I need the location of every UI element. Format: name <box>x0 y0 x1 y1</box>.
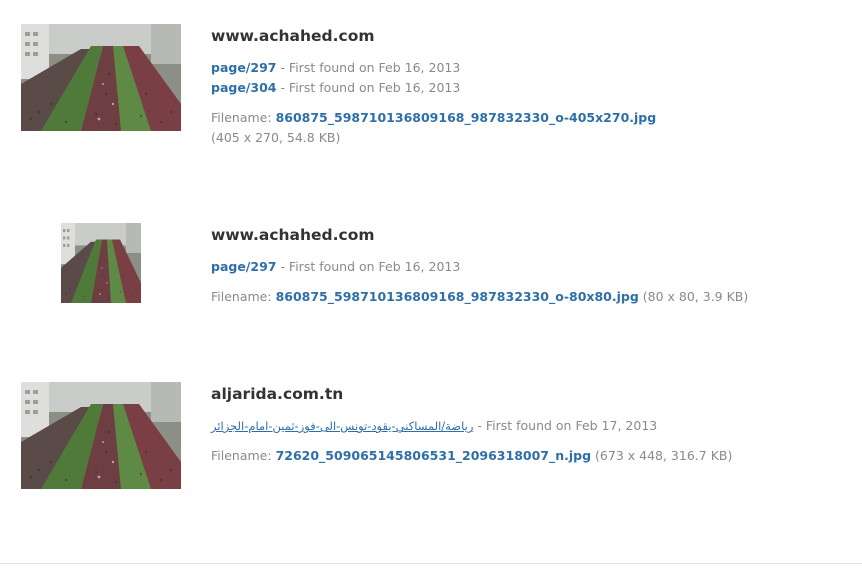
image-icon <box>21 382 181 489</box>
filename-line: Filename: 860875_598710136809168_9878323… <box>211 287 851 307</box>
result-domain[interactable]: www.achahed.com <box>211 26 851 46</box>
image-meta: (673 x 448, 316.7 KB) <box>591 448 733 463</box>
page-found-line: page/304 - First found on Feb 16, 2013 <box>211 78 851 98</box>
image-meta: (405 x 270, 54.8 KB) <box>211 130 341 145</box>
filename-link[interactable]: 72620_509065145806531_2096318007_n.jpg <box>276 448 592 463</box>
page-found-line: رياضة/المساكني-يقود-تونس-الى-فوز-ثمين-ام… <box>211 416 851 436</box>
search-results-page: www.achahed.com page/297 - First found o… <box>0 0 862 574</box>
filename-label: Filename: <box>211 448 276 463</box>
filename-line: Filename: 860875_598710136809168_9878323… <box>211 108 851 128</box>
page-link[interactable]: page/304 <box>211 80 276 95</box>
filename-link[interactable]: 860875_598710136809168_987832330_o-80x80… <box>276 289 639 304</box>
first-found-text: - First found on Feb 16, 2013 <box>276 60 461 75</box>
page-link[interactable]: رياضة/المساكني-يقود-تونس-الى-فوز-ثمين-ام… <box>211 419 473 433</box>
page-found-line: page/297 - First found on Feb 16, 2013 <box>211 58 851 78</box>
first-found-text: - First found on Feb 16, 2013 <box>276 259 461 274</box>
result-domain[interactable]: www.achahed.com <box>211 225 851 245</box>
first-found-text: - First found on Feb 17, 2013 <box>473 418 658 433</box>
image-meta: (80 x 80, 3.9 KB) <box>638 289 749 304</box>
image-icon <box>21 24 181 131</box>
filename-label: Filename: <box>211 110 276 125</box>
divider <box>0 563 862 564</box>
page-link[interactable]: page/297 <box>211 259 276 274</box>
crowd-photo-thumbnail[interactable] <box>61 223 141 303</box>
page-found-line: page/297 - First found on Feb 16, 2013 <box>211 257 851 277</box>
page-link[interactable]: page/297 <box>211 60 276 75</box>
filename-link[interactable]: 860875_598710136809168_987832330_o-405x2… <box>276 110 657 125</box>
crowd-photo-thumbnail[interactable] <box>21 382 181 489</box>
filename-label: Filename: <box>211 289 276 304</box>
result-domain[interactable]: aljarida.com.tn <box>211 384 851 404</box>
image-icon <box>61 223 141 303</box>
first-found-text: - First found on Feb 16, 2013 <box>276 80 461 95</box>
filename-line: Filename: 72620_509065145806531_20963180… <box>211 446 851 466</box>
crowd-photo-thumbnail[interactable] <box>21 24 181 131</box>
